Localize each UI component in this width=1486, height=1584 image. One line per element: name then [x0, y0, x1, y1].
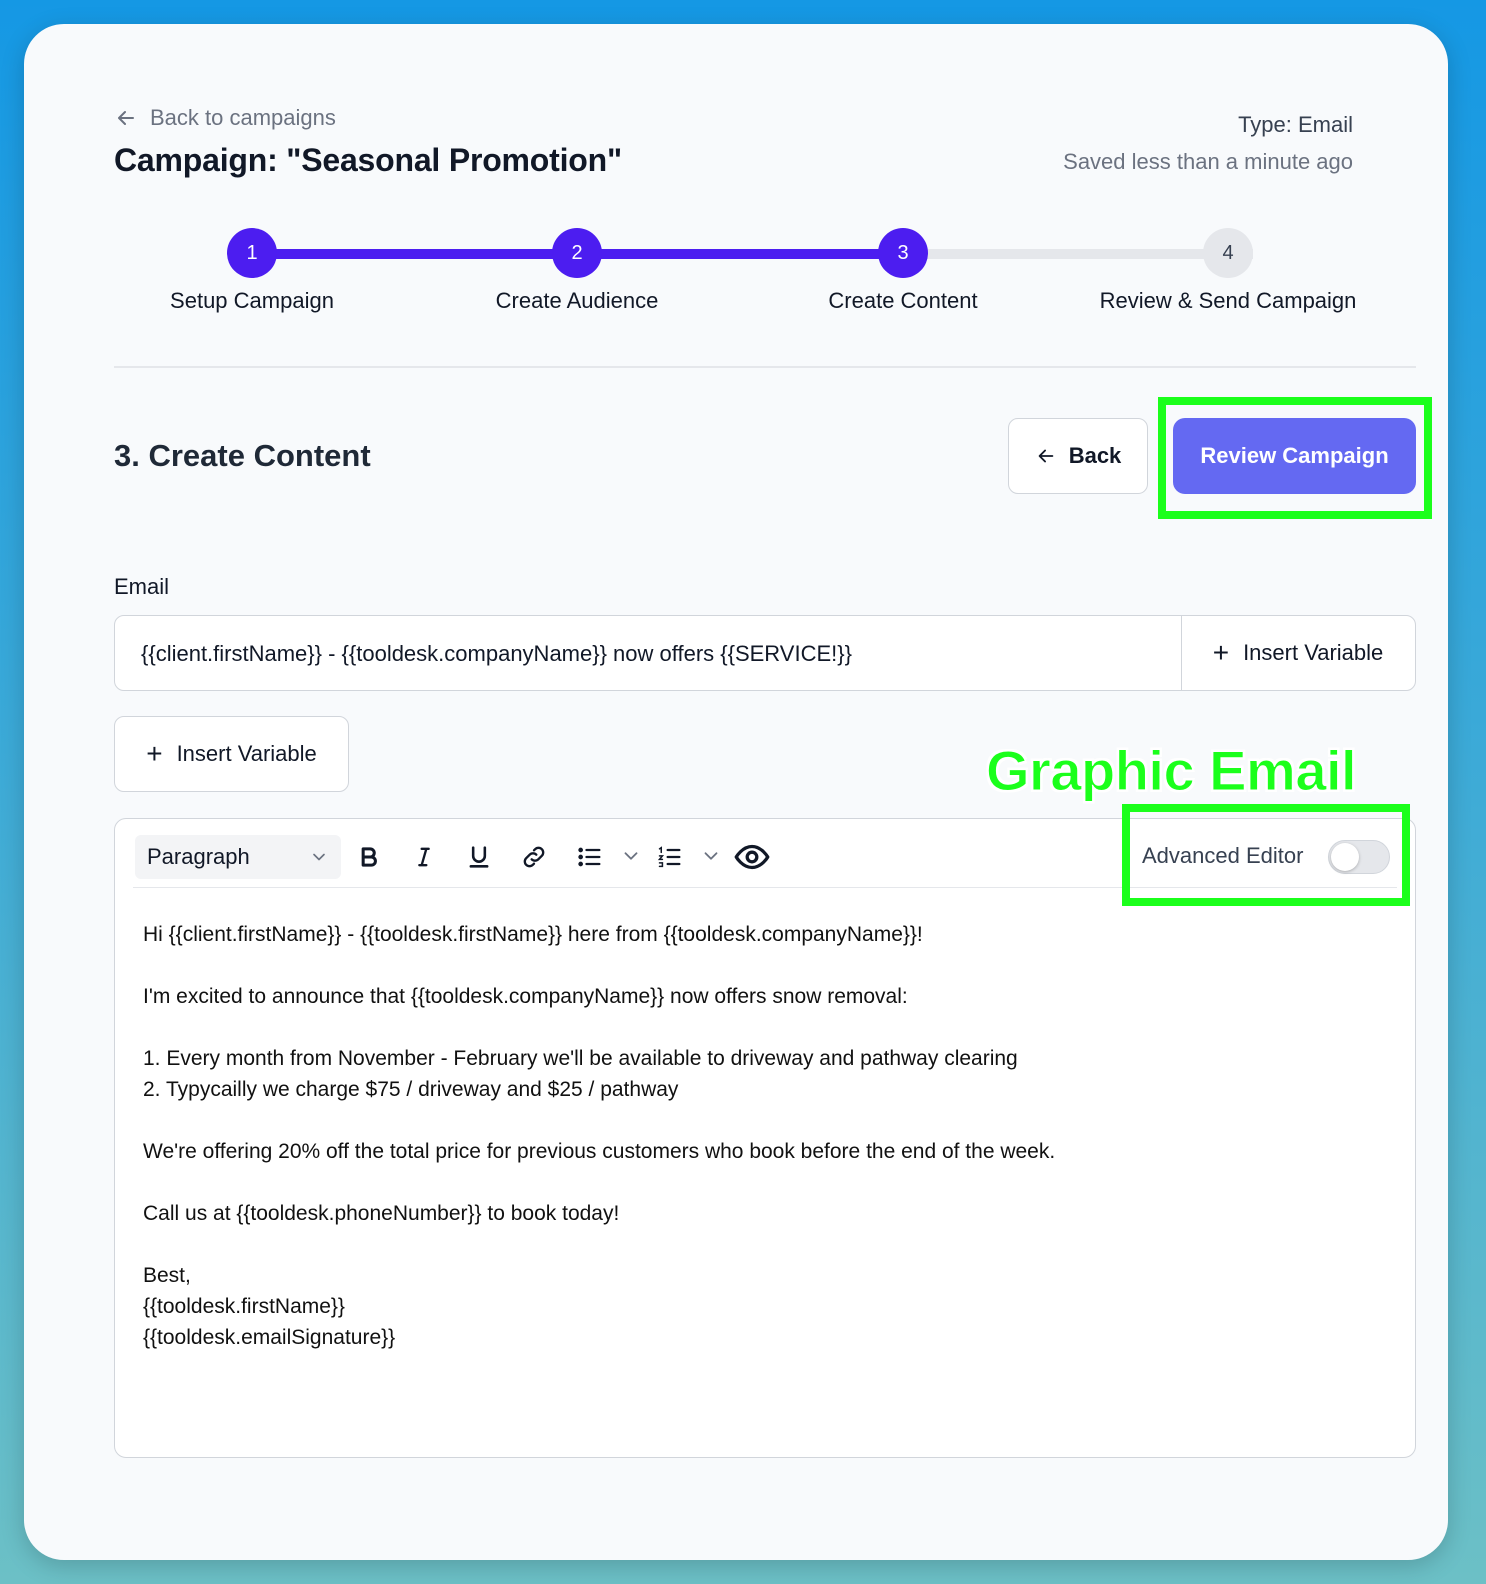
body-line	[143, 1105, 1393, 1136]
back-button-label: Back	[1068, 443, 1122, 468]
body-line: We're offering 20% off the total price f…	[143, 1140, 1056, 1163]
email-subject-field: {{client.firstName}} - {{tooldesk.compan…	[114, 615, 1416, 691]
body-line	[143, 1167, 1393, 1198]
graphic-email-annotation: Graphic Email	[985, 739, 1357, 803]
step-4-circle[interactable]: 4	[1203, 228, 1253, 278]
chevron-down-icon	[313, 853, 325, 861]
rich-text-editor: Paragraph Advanced Editor Hi {{client.fi…	[114, 818, 1416, 1458]
insert-variable-label: Insert Variable	[176, 741, 317, 766]
step-4-label: Review & Send Campaign	[1099, 288, 1357, 313]
page-title: Campaign: "Seasonal Promotion"	[114, 142, 622, 178]
back-to-campaigns-label: Back to campaigns	[150, 105, 336, 130]
body-line: Call us at {{tooldesk.phoneNumber}} to b…	[143, 1202, 620, 1225]
subject-insert-variable-label: Insert Variable	[1243, 640, 1384, 665]
bullet-list-button[interactable]	[570, 837, 610, 877]
back-to-campaigns-link[interactable]: Back to campaigns	[114, 104, 336, 132]
step-1-label: Setup Campaign	[170, 288, 334, 313]
arrow-left-icon	[1038, 449, 1054, 463]
body-line: {{tooldesk.emailSignature}}	[143, 1326, 396, 1349]
body-line: 1. Every month from November - February …	[143, 1047, 1018, 1070]
bold-button[interactable]	[349, 837, 389, 877]
paragraph-style-value: Paragraph	[147, 844, 250, 869]
section-title: 3. Create Content	[114, 438, 371, 473]
email-subject-input[interactable]: {{client.firstName}} - {{tooldesk.compan…	[141, 641, 852, 667]
body-line: 2. Typycailly we charge $75 / driveway a…	[143, 1078, 679, 1101]
eye-icon	[734, 844, 770, 870]
campaign-card: Back to campaigns Campaign: "Seasonal Pr…	[24, 24, 1448, 1560]
preview-button[interactable]	[732, 837, 772, 877]
step-1-circle[interactable]: 1	[227, 228, 277, 278]
italic-icon	[418, 847, 430, 867]
link-icon	[523, 846, 545, 868]
plus-icon: +	[1212, 637, 1230, 668]
email-body-content[interactable]: Hi {{client.firstName}} - {{tooldesk.fir…	[143, 919, 1393, 1353]
link-button[interactable]	[514, 837, 554, 877]
chevron-down-icon[interactable]	[700, 845, 722, 867]
advanced-editor-highlight-box	[1122, 804, 1410, 906]
body-line	[143, 1012, 1393, 1043]
step-3-label: Create Content	[828, 288, 978, 313]
step-2-label: Create Audience	[495, 288, 659, 313]
back-button[interactable]: Back	[1008, 418, 1148, 494]
review-campaign-button[interactable]: Review Campaign	[1173, 418, 1416, 494]
underline-button[interactable]	[459, 837, 499, 877]
numbered-list-button[interactable]	[650, 837, 690, 877]
body-line	[143, 950, 1393, 981]
body-line: {{tooldesk.firstName}}	[143, 1295, 345, 1318]
body-line	[143, 1229, 1393, 1260]
body-line: Hi {{client.firstName}} - {{tooldesk.fir…	[143, 923, 923, 946]
bullet-list-icon	[578, 847, 601, 867]
body-line: I'm excited to announce that {{tooldesk.…	[143, 985, 908, 1008]
italic-button[interactable]	[404, 837, 444, 877]
step-2-circle[interactable]: 2	[552, 228, 602, 278]
plus-icon: +	[146, 738, 163, 769]
email-label: Email	[114, 574, 170, 599]
section-divider	[114, 366, 1416, 368]
body-line: Best,	[143, 1264, 191, 1287]
campaign-type: Type: Email	[1238, 112, 1353, 137]
numbered-list-icon	[657, 846, 681, 868]
paragraph-style-select[interactable]: Paragraph	[135, 835, 341, 879]
chevron-down-icon[interactable]	[620, 845, 642, 867]
step-3-circle[interactable]: 3	[878, 228, 928, 278]
bold-icon	[361, 847, 377, 867]
saved-status: Saved less than a minute ago	[1063, 149, 1353, 174]
insert-variable-button[interactable]: + Insert Variable	[114, 716, 349, 792]
underline-icon	[469, 846, 489, 868]
subject-insert-variable-button[interactable]: + Insert Variable	[1181, 616, 1415, 690]
arrow-left-icon	[118, 111, 134, 125]
